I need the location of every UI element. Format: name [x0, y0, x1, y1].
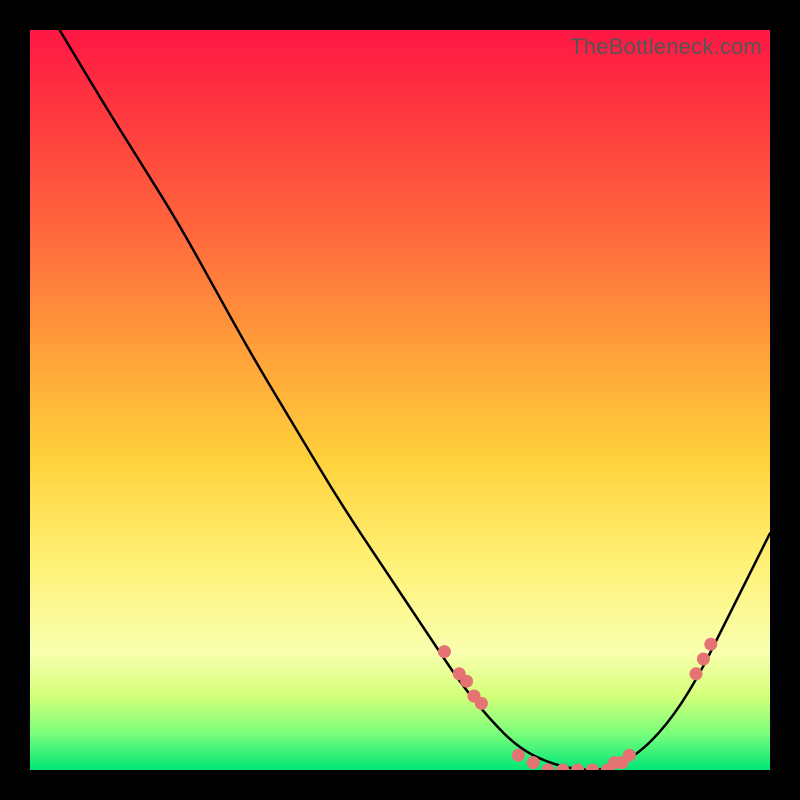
marker-group [438, 638, 717, 770]
marker-dot [571, 764, 584, 771]
marker-dot [512, 749, 525, 762]
marker-dot [690, 667, 703, 680]
marker-dot [623, 749, 636, 762]
marker-dot [586, 764, 599, 771]
marker-dot [697, 653, 710, 666]
bottleneck-curve-path [60, 30, 770, 770]
plot-area: TheBottleneck.com [30, 30, 770, 770]
marker-dot [527, 756, 540, 769]
curve-svg [30, 30, 770, 770]
chart-frame: TheBottleneck.com [0, 0, 800, 800]
marker-dot [475, 697, 488, 710]
marker-dot [704, 638, 717, 651]
marker-dot [460, 675, 473, 688]
marker-dot [438, 645, 451, 658]
